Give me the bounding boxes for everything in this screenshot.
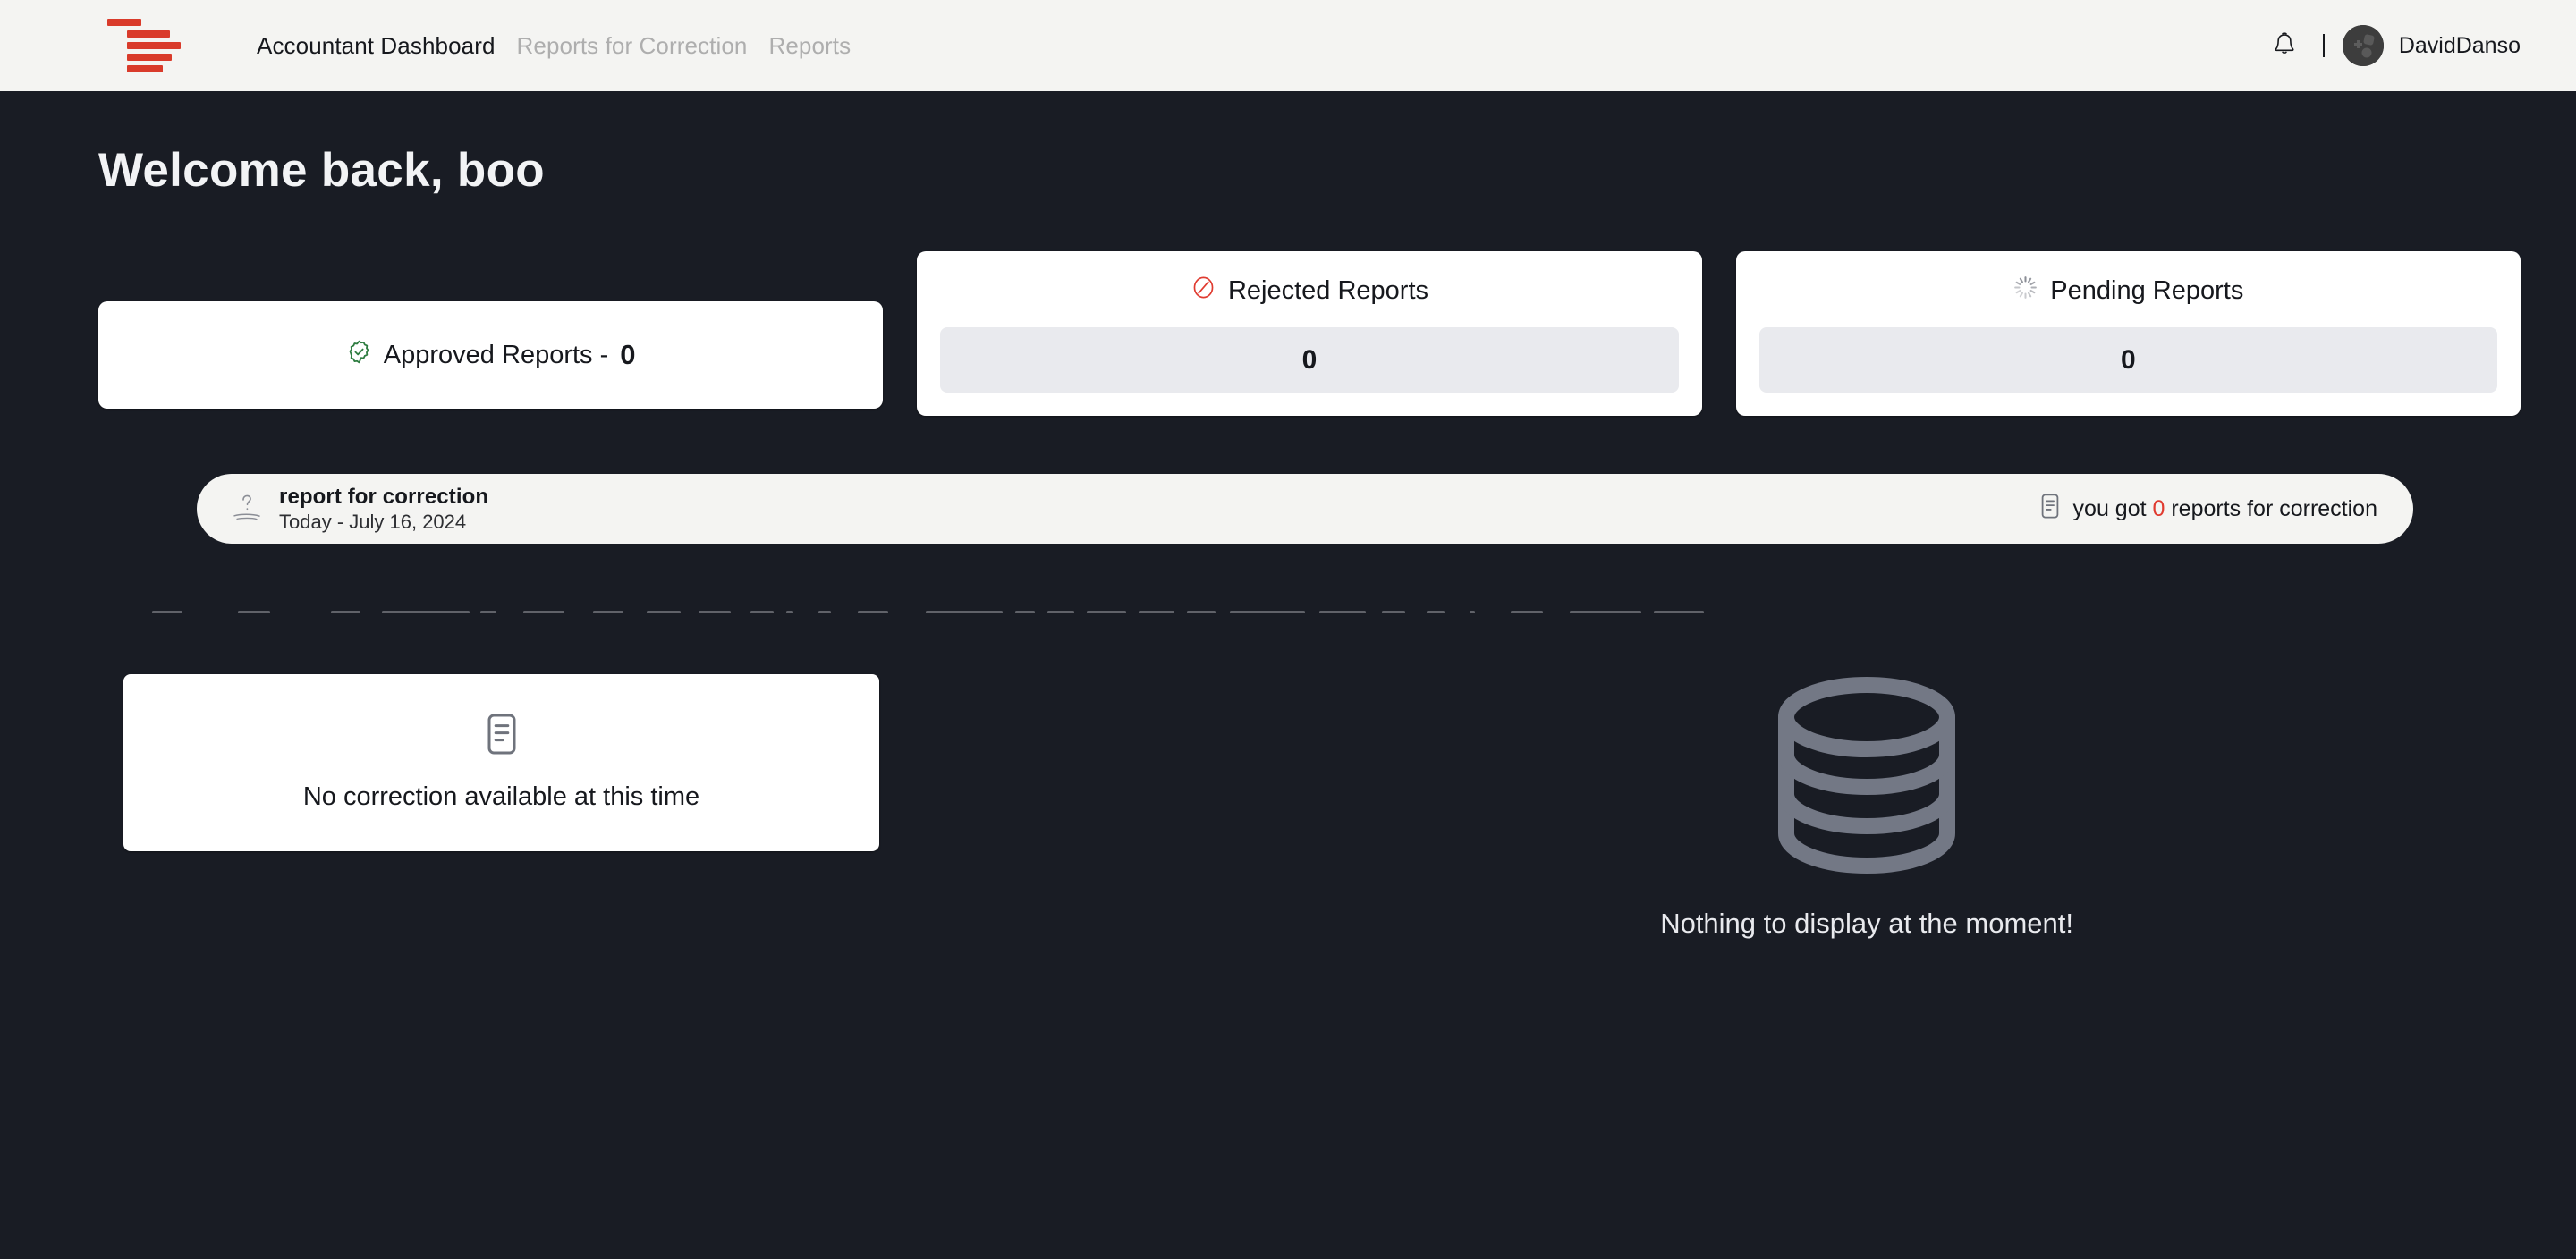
main-content: Welcome back, boo Approved Reports - 0 R… — [0, 143, 2576, 940]
dash-mark — [786, 610, 793, 613]
dash-mark — [647, 610, 681, 613]
logo-bar-5 — [127, 65, 163, 72]
stat-card-approved-header: Approved Reports - 0 — [346, 339, 636, 372]
stat-card-approved-value: 0 — [620, 339, 636, 370]
status-prefix: you got — [2072, 495, 2153, 521]
correction-banner-texts: report for correction Today - July 16, 2… — [279, 485, 488, 534]
dash-mark — [1382, 610, 1405, 613]
correction-banner-date: Today - July 16, 2024 — [279, 510, 467, 533]
dash-mark — [1047, 610, 1074, 613]
status-suffix: reports for correction — [2165, 495, 2377, 521]
stat-card-pending-header: Pending Reports — [2012, 275, 2243, 308]
dash-mark — [858, 610, 888, 613]
user-name-label: DavidDanso — [2398, 32, 2521, 58]
lower-panels: No correction available at this time Not… — [98, 674, 2521, 940]
dash-mark — [1230, 610, 1305, 613]
dash-mark — [1015, 610, 1035, 613]
dash-mark — [750, 610, 774, 613]
dash-mark — [1511, 610, 1543, 613]
no-correction-card-text: No correction available at this time — [302, 782, 700, 811]
dash-mark — [593, 610, 623, 613]
stat-card-rejected-value: 0 — [940, 327, 1679, 393]
dash-mark — [238, 610, 270, 613]
dash-mark — [480, 610, 496, 613]
header-actions: DavidDanso — [2264, 25, 2521, 66]
dash-mark — [1187, 610, 1216, 613]
status-count: 0 — [2152, 495, 2165, 521]
document-lines-icon — [2039, 493, 2061, 526]
dash-mark — [382, 610, 470, 613]
ban-slash-icon — [1191, 275, 1216, 308]
logo-bar-2 — [127, 30, 170, 38]
stat-card-approved[interactable]: Approved Reports - 0 — [98, 301, 884, 409]
page-title: Welcome back, boo — [98, 144, 545, 197]
correction-banner-left: report for correction Today - July 16, 2… — [229, 485, 488, 534]
dash-mark — [1427, 610, 1445, 613]
correction-banner[interactable]: report for correction Today - July 16, 2… — [197, 474, 2413, 544]
no-correction-card: No correction available at this time — [123, 674, 879, 851]
spinner-icon — [2012, 275, 2038, 308]
stat-card-rejected-label: Rejected Reports — [1227, 276, 1429, 305]
badge-check-icon — [346, 339, 372, 372]
dash-mark — [1319, 610, 1366, 613]
stat-card-pending-value: 0 — [1758, 327, 2497, 393]
logo-bar-3 — [127, 42, 181, 49]
app-header: Accountant Dashboard Reports for Correct… — [0, 0, 2576, 91]
nav-item-reports[interactable]: Reports — [768, 32, 851, 60]
dash-mark — [818, 610, 831, 613]
notification-bell-icon[interactable] — [2264, 25, 2305, 66]
correction-banner-status: you got 0 reports for correction — [2039, 493, 2377, 526]
user-avatar-shapes-icon[interactable] — [2342, 25, 2384, 66]
logo-bar-4 — [127, 54, 172, 61]
header-divider — [2322, 34, 2325, 57]
logo-bar-1 — [107, 19, 141, 26]
nav-item-accountant-dashboard[interactable]: Accountant Dashboard — [257, 32, 496, 60]
stat-cards-row: Approved Reports - 0 Rejected Reports 0 — [98, 251, 2521, 416]
dash-mark — [1654, 610, 1704, 613]
dash-mark — [1139, 610, 1174, 613]
nav-item-reports-for-correction[interactable]: Reports for Correction — [517, 32, 748, 60]
empty-state: Nothing to display at the moment! — [1660, 674, 2073, 940]
dash-mark — [926, 610, 1003, 613]
database-stack-icon — [1770, 674, 1963, 881]
faint-dashed-separator — [152, 603, 2467, 621]
stat-card-rejected-header: Rejected Reports — [1191, 275, 1428, 308]
dash-mark — [152, 610, 182, 613]
dash-mark — [1470, 610, 1475, 613]
stat-card-pending-label: Pending Reports — [2050, 276, 2244, 305]
primary-nav: Accountant Dashboard Reports for Correct… — [257, 32, 851, 60]
dash-mark — [1087, 610, 1126, 613]
dash-mark — [1570, 610, 1641, 613]
stacked-bars-logo[interactable] — [107, 14, 181, 77]
correction-banner-title: report for correction — [279, 484, 489, 509]
document-lines-icon — [484, 712, 520, 761]
stat-card-pending[interactable]: Pending Reports 0 — [1735, 251, 2521, 416]
dash-mark — [699, 610, 731, 613]
stat-card-rejected[interactable]: Rejected Reports 0 — [917, 251, 1702, 416]
dash-mark — [523, 610, 564, 613]
question-mark-squiggle-icon — [229, 487, 265, 531]
dash-mark — [331, 610, 360, 613]
correction-banner-status-text: you got 0 reports for correction — [2073, 496, 2377, 522]
stat-card-approved-label: Approved Reports - — [383, 340, 609, 369]
empty-state-text: Nothing to display at the moment! — [1660, 908, 2073, 939]
